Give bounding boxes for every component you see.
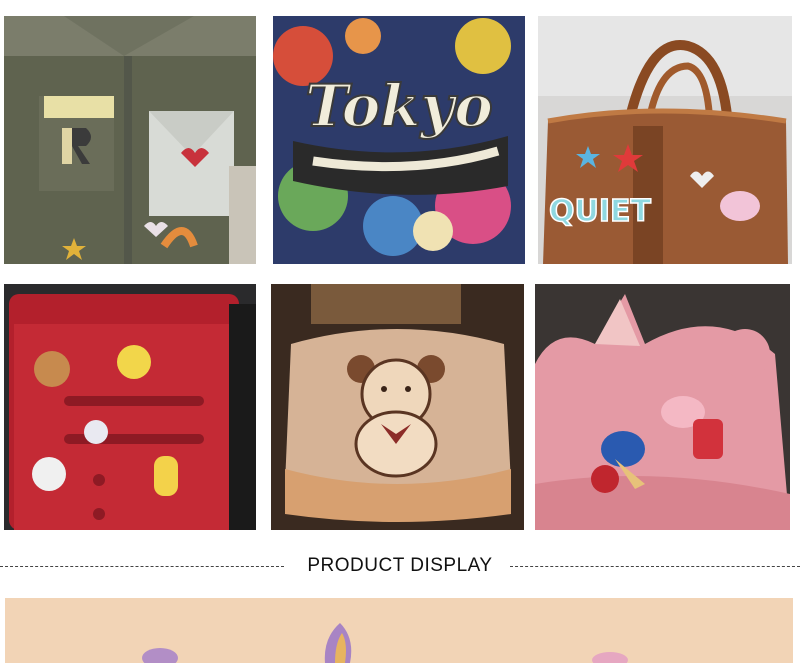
photo-felt-patches <box>5 598 793 663</box>
photo-cap: Tokyo <box>273 16 525 264</box>
photo-suitcase <box>4 284 256 530</box>
cap-patch-text: Tokyo <box>305 72 493 140</box>
divider-right <box>510 566 800 567</box>
photo-sweater <box>271 284 524 530</box>
photo-pink-hat <box>535 284 790 530</box>
divider-left <box>0 566 284 567</box>
bag-patch-text: QUIET <box>549 194 652 229</box>
photo-shirt <box>4 16 256 264</box>
section-title: PRODUCT DISPLAY <box>307 555 493 576</box>
photo-handbag: QUIET <box>538 16 792 264</box>
